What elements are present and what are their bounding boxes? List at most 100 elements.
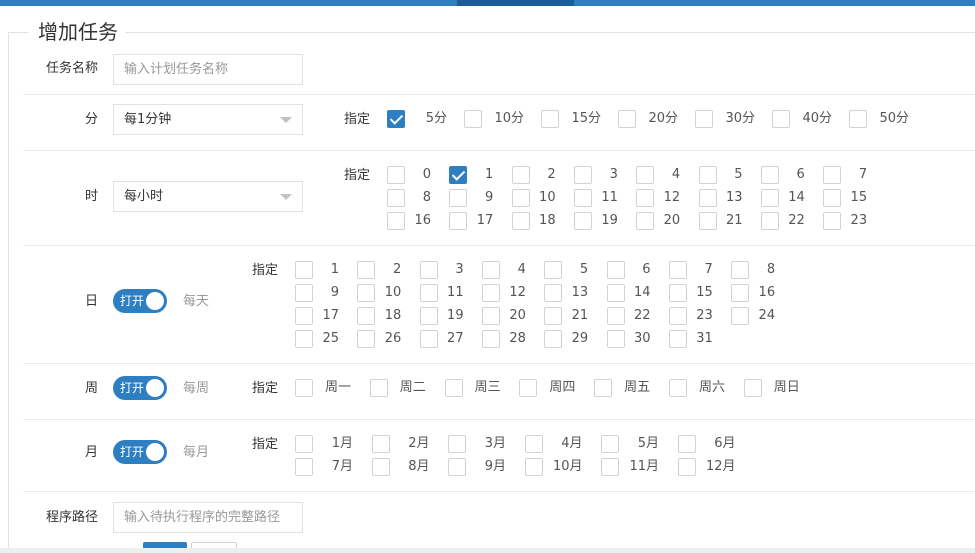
- hour-option-checkbox[interactable]: [760, 166, 779, 184]
- hour-option-checkbox[interactable]: [573, 166, 592, 184]
- hour-option-checkbox[interactable]: [823, 212, 842, 230]
- hour-option-text: 1: [485, 167, 494, 182]
- day-option-checkbox[interactable]: [544, 284, 563, 302]
- day-option-checkbox[interactable]: [606, 261, 625, 279]
- day-option-checkbox[interactable]: [357, 307, 376, 325]
- month-option-checkbox[interactable]: [448, 435, 466, 453]
- week-option-checkbox[interactable]: [444, 379, 463, 397]
- hour-option-checkbox[interactable]: [387, 189, 405, 207]
- hour-option-checkbox[interactable]: [636, 166, 655, 184]
- day-option-checkbox[interactable]: [295, 261, 313, 279]
- minute-option-checkbox[interactable]: [849, 110, 867, 128]
- minute-option-checkbox[interactable]: [695, 110, 713, 128]
- day-option-checkbox[interactable]: [544, 307, 563, 325]
- top-nav-active-tab[interactable]: [457, 0, 574, 6]
- hour-option-checkbox[interactable]: [823, 166, 842, 184]
- hour-option-checkbox[interactable]: [449, 166, 468, 184]
- day-option-checkbox[interactable]: [295, 284, 313, 302]
- hour-option-checkbox[interactable]: [511, 189, 530, 207]
- day-option-checkbox[interactable]: [295, 330, 313, 348]
- day-option-text: 6: [642, 262, 651, 277]
- hour-option-checkbox[interactable]: [573, 212, 592, 230]
- day-option-checkbox[interactable]: [606, 307, 625, 325]
- day-option-checkbox[interactable]: [419, 307, 438, 325]
- day-option-checkbox[interactable]: [481, 330, 500, 348]
- week-option-checkbox[interactable]: [743, 379, 762, 397]
- hour-option-checkbox[interactable]: [760, 212, 779, 230]
- day-option-checkbox[interactable]: [544, 261, 563, 279]
- month-option-checkbox[interactable]: [371, 435, 390, 453]
- month-option-checkbox[interactable]: [677, 435, 696, 453]
- month-option-text: 7月: [331, 459, 353, 474]
- day-option-checkbox[interactable]: [295, 307, 313, 325]
- day-option-checkbox[interactable]: [419, 330, 438, 348]
- hour-option-checkbox[interactable]: [698, 166, 717, 184]
- day-option-checkbox[interactable]: [668, 330, 687, 348]
- month-switch[interactable]: 打开: [113, 440, 167, 464]
- week-option-checkbox[interactable]: [594, 379, 613, 397]
- month-option-text: 10月: [552, 459, 583, 474]
- hour-select[interactable]: 每小时: [113, 181, 303, 212]
- month-option-checkbox[interactable]: [448, 458, 466, 476]
- day-option-checkbox[interactable]: [668, 307, 687, 325]
- hour-option-checkbox[interactable]: [760, 189, 779, 207]
- day-option-checkbox[interactable]: [731, 284, 750, 302]
- month-option-checkbox[interactable]: [601, 458, 619, 476]
- hour-option-checkbox[interactable]: [511, 166, 530, 184]
- minute-option-checkbox[interactable]: [387, 110, 405, 128]
- day-option-checkbox[interactable]: [481, 307, 500, 325]
- hour-option-checkbox[interactable]: [636, 189, 655, 207]
- chevron-down-icon: [280, 194, 292, 200]
- day-option-checkbox[interactable]: [544, 330, 563, 348]
- month-option-checkbox[interactable]: [524, 435, 543, 453]
- day-option-checkbox[interactable]: [668, 261, 687, 279]
- row-divider: [23, 150, 975, 151]
- day-option-checkbox[interactable]: [606, 284, 625, 302]
- hour-option-checkbox[interactable]: [573, 189, 592, 207]
- week-option-checkbox[interactable]: [519, 379, 538, 397]
- week-option-text: 周一: [324, 380, 351, 395]
- day-option-text: 1: [330, 262, 339, 277]
- task-name-input[interactable]: [113, 54, 303, 85]
- day-option-checkbox[interactable]: [668, 284, 687, 302]
- day-option-checkbox[interactable]: [419, 261, 438, 279]
- month-option-checkbox[interactable]: [677, 458, 696, 476]
- minute-option-checkbox[interactable]: [772, 110, 790, 128]
- hour-option-checkbox[interactable]: [698, 189, 717, 207]
- week-option-checkbox[interactable]: [369, 379, 388, 397]
- day-option-checkbox[interactable]: [481, 284, 500, 302]
- week-switch[interactable]: 打开: [113, 376, 167, 400]
- minute-option-checkbox[interactable]: [541, 110, 559, 128]
- day-option-checkbox[interactable]: [606, 330, 625, 348]
- hour-option-checkbox[interactable]: [387, 212, 405, 230]
- program-path-input[interactable]: [113, 502, 303, 533]
- hour-option-checkbox[interactable]: [449, 212, 468, 230]
- hour-option-checkbox[interactable]: [387, 166, 405, 184]
- month-option-checkbox[interactable]: [295, 458, 313, 476]
- minute-option-checkbox[interactable]: [464, 110, 482, 128]
- hour-option-checkbox[interactable]: [636, 212, 655, 230]
- minute-option-checkbox[interactable]: [618, 110, 636, 128]
- week-option-checkbox[interactable]: [669, 379, 687, 397]
- week-option-checkbox[interactable]: [295, 379, 313, 397]
- day-option-checkbox[interactable]: [357, 330, 376, 348]
- month-option-checkbox[interactable]: [601, 435, 619, 453]
- hour-option-checkbox[interactable]: [698, 212, 717, 230]
- month-option-checkbox[interactable]: [295, 435, 313, 453]
- month-option-checkbox[interactable]: [371, 458, 390, 476]
- day-option-checkbox[interactable]: [419, 284, 438, 302]
- day-option-checkbox[interactable]: [481, 261, 500, 279]
- month-switch-text: 打开: [120, 445, 145, 459]
- month-option-checkbox[interactable]: [524, 458, 543, 476]
- hour-option-checkbox[interactable]: [823, 189, 842, 207]
- month-option-text: 1月: [331, 436, 353, 451]
- day-option-checkbox[interactable]: [731, 307, 750, 325]
- minute-select[interactable]: 每1分钟: [113, 104, 303, 135]
- hour-option-checkbox[interactable]: [511, 212, 530, 230]
- day-option-checkbox[interactable]: [357, 284, 376, 302]
- hour-option-checkbox[interactable]: [449, 189, 468, 207]
- day-option-text: 17: [322, 308, 339, 323]
- day-option-checkbox[interactable]: [731, 261, 750, 279]
- day-option-checkbox[interactable]: [357, 261, 376, 279]
- day-switch[interactable]: 打开: [113, 289, 167, 313]
